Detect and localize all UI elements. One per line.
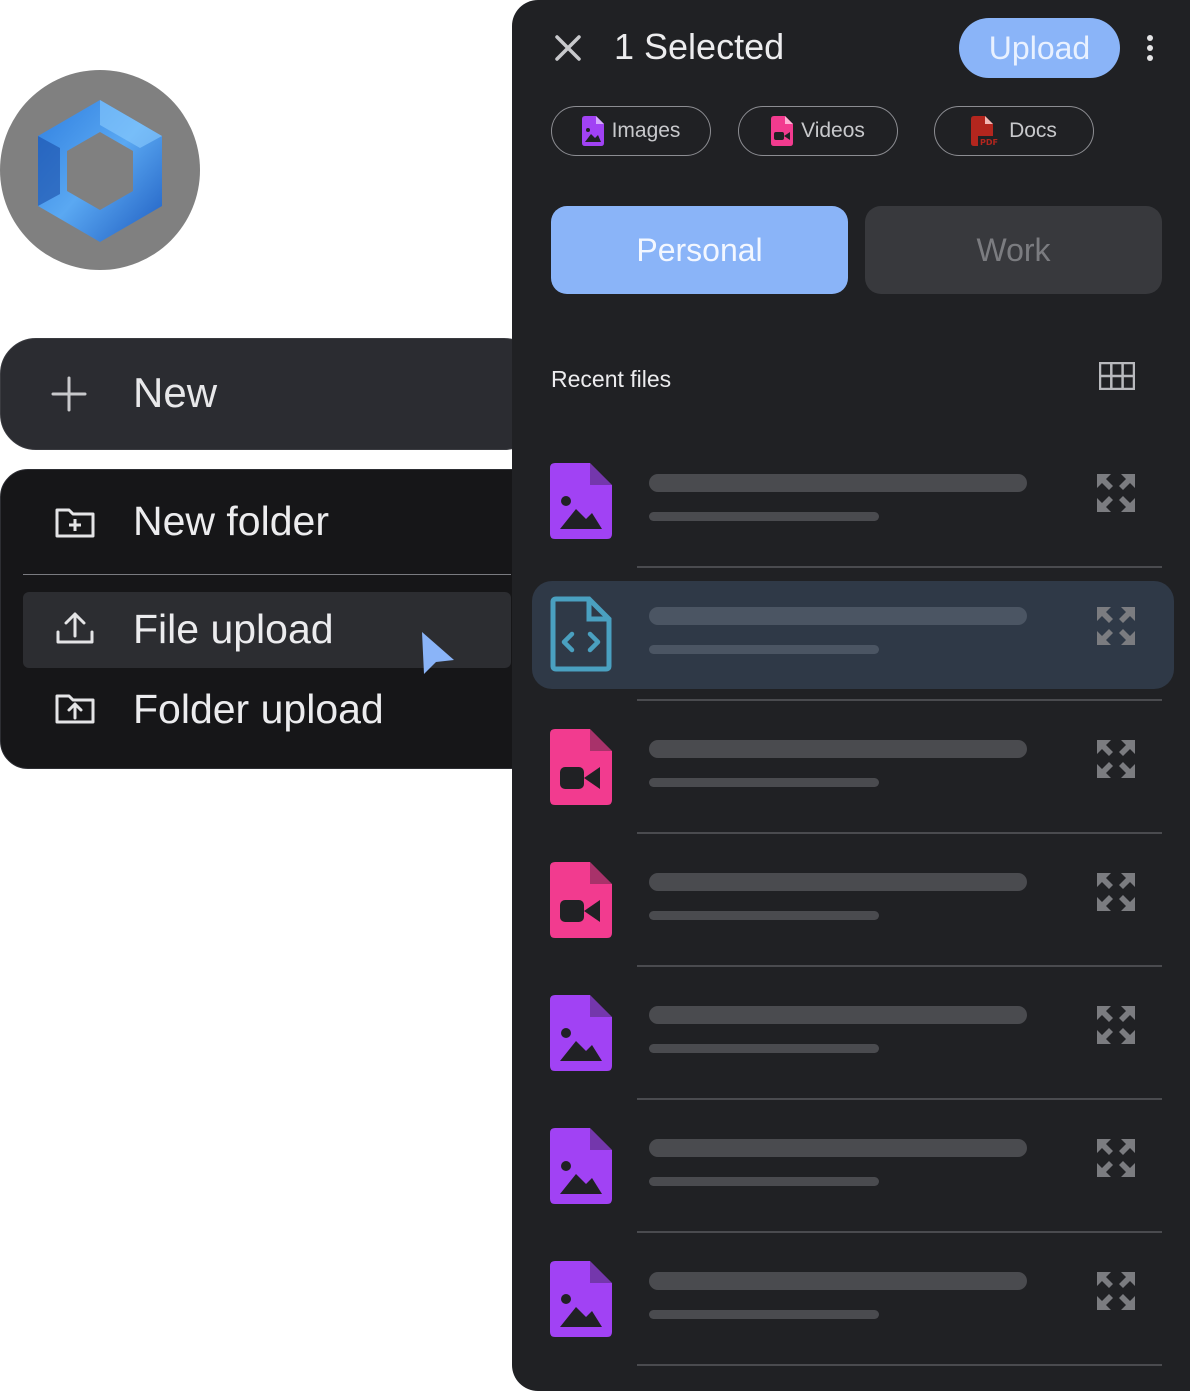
new-button[interactable]: New [0,338,540,450]
file-meta-placeholder [649,778,879,787]
video-file-icon [550,729,612,805]
expand-icon[interactable] [1095,738,1137,780]
file-row-video[interactable] [532,847,1174,955]
folder-upload-icon [55,694,95,724]
file-name-placeholder [649,474,1027,492]
pdf-file-icon: PDF [971,116,1002,146]
file-name-placeholder [649,607,1027,625]
file-row-image[interactable] [532,448,1174,556]
file-meta-placeholder [649,911,879,920]
file-name-placeholder [649,1139,1027,1157]
file-row-image[interactable] [532,1113,1174,1221]
upload-icon [56,612,94,644]
file-row-video[interactable] [532,714,1174,822]
image-file-icon [550,995,612,1071]
close-icon[interactable] [554,34,582,62]
mouse-pointer-icon [422,632,454,674]
filter-chip-images[interactable]: Images [551,106,711,156]
new-menu: New folder File upload Folder upload [0,469,540,769]
file-row-image[interactable] [532,980,1174,1088]
chip-label: Videos [801,119,865,142]
new-button-label: New [133,369,218,416]
grid-view-icon[interactable] [1099,362,1135,390]
filter-chip-videos[interactable]: Videos [738,106,898,156]
file-meta-placeholder [649,1310,879,1319]
row-divider [637,965,1162,967]
svg-text:PDF: PDF [980,138,998,146]
expand-icon[interactable] [1095,871,1137,913]
menu-item-new-folder[interactable]: New folder [23,484,511,560]
expand-icon[interactable] [1095,1270,1137,1312]
chip-label: Images [611,119,681,142]
file-meta-placeholder [649,1044,879,1053]
expand-icon[interactable] [1095,605,1137,647]
row-divider [637,832,1162,834]
image-file-icon [550,463,612,539]
plus-icon [51,376,87,412]
expand-icon[interactable] [1095,1004,1137,1046]
menu-item-label: New folder [133,498,329,544]
filter-chip-docs[interactable]: PDF Docs [934,106,1094,156]
menu-item-label: File upload [133,606,334,652]
menu-item-folder-upload[interactable]: Folder upload [23,672,511,748]
recent-files-heading: Recent files [551,366,672,392]
expand-icon[interactable] [1095,1137,1137,1179]
file-name-placeholder [649,1272,1027,1290]
row-divider [637,1231,1162,1233]
file-name-placeholder [649,873,1027,891]
file-meta-placeholder [649,1177,879,1186]
file-row-image[interactable] [532,1246,1174,1354]
row-divider [637,566,1162,568]
tab-personal[interactable]: Personal [551,206,848,294]
hexagon-logo-icon [38,100,162,242]
file-meta-placeholder [649,645,879,654]
file-name-placeholder [649,1006,1027,1024]
video-file-icon [771,116,794,146]
video-file-icon [550,862,612,938]
app-logo [0,70,200,270]
chip-label: Docs [1009,119,1057,142]
upload-button[interactable]: Upload [959,18,1120,78]
file-name-placeholder [649,740,1027,758]
image-file-icon [581,116,604,146]
menu-divider [23,574,511,575]
menu-item-label: Folder upload [133,686,384,732]
folder-plus-icon [55,508,95,538]
tab-work[interactable]: Work [865,206,1162,294]
image-file-icon [550,1128,612,1204]
selection-title: 1 Selected [614,26,785,67]
image-file-icon [550,1261,612,1337]
row-divider [637,1098,1162,1100]
more-vert-icon[interactable] [1142,33,1158,63]
file-row-code[interactable] [532,581,1174,689]
row-divider [637,1364,1162,1366]
code-file-icon [550,596,612,672]
row-divider [637,699,1162,701]
file-picker-panel: 1 Selected Upload Images Videos PDF Docs… [512,0,1190,1391]
expand-icon[interactable] [1095,472,1137,514]
file-meta-placeholder [649,512,879,521]
